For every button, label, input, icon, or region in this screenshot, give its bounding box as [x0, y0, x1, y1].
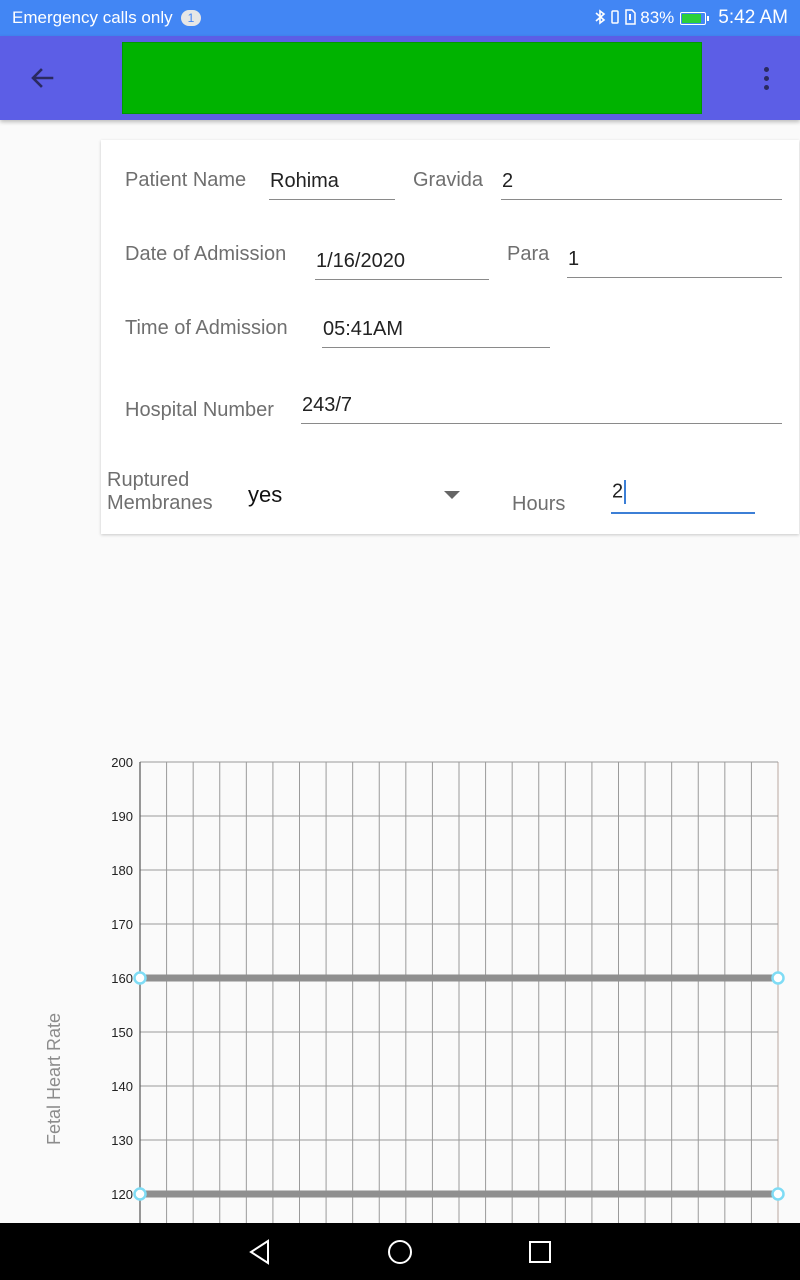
gravida-label: Gravida	[413, 169, 484, 191]
bluetooth-icon	[594, 8, 606, 28]
ruptured-membranes-dropdown[interactable]: yes	[241, 476, 471, 516]
header-banner	[122, 42, 702, 114]
overflow-menu-button[interactable]	[752, 60, 780, 96]
para-label: Para	[507, 243, 550, 265]
nav-home-button[interactable]	[385, 1237, 415, 1267]
sim-icon	[624, 8, 636, 28]
series-point	[771, 1187, 785, 1201]
chevron-down-icon	[444, 491, 460, 499]
arrow-left-icon	[31, 68, 54, 88]
series-point	[133, 971, 147, 985]
text-caret	[624, 480, 627, 504]
series-point	[133, 1187, 147, 1201]
time-of-admission-label: Time of Admission	[125, 317, 288, 339]
y-tick-label: 140	[111, 1079, 133, 1094]
battery-percent: 83%	[640, 8, 675, 27]
system-nav-bar	[0, 1223, 800, 1280]
y-tick-label: 130	[111, 1133, 133, 1148]
date-of-admission-label: Date of Admission	[125, 243, 287, 265]
time-of-admission-field[interactable]: 05:41AM	[322, 318, 550, 348]
ruptured-membranes-label: Ruptured Membranes	[107, 469, 213, 514]
y-tick-label: 160	[111, 971, 133, 986]
back-button[interactable]	[22, 58, 62, 98]
battery-charging-icon	[680, 11, 710, 25]
nav-back-button[interactable]	[245, 1237, 275, 1267]
y-tick-label: 180	[111, 863, 133, 878]
hospital-number-label: Hospital Number	[125, 399, 274, 421]
patient-info-card: Patient Name Rohima Gravida 2 Date of Ad…	[101, 140, 799, 534]
hospital-number-field[interactable]: 243/7	[301, 394, 782, 424]
carrier-text: Emergency calls only	[12, 8, 173, 27]
status-time: 5:42 AM	[718, 7, 788, 28]
more-vertical-icon	[763, 66, 769, 72]
y-tick-label: 190	[111, 809, 133, 824]
gravida-field[interactable]: 2	[501, 170, 782, 200]
y-tick-label: 170	[111, 917, 133, 932]
vibrate-icon	[610, 9, 620, 28]
recents-square-icon	[529, 1240, 551, 1263]
hours-field[interactable]: 2	[611, 480, 755, 514]
notification-count-badge: 1	[180, 10, 202, 26]
date-of-admission-field[interactable]: 1/16/2020	[315, 250, 489, 280]
y-tick-label: 200	[111, 755, 133, 770]
y-tick-label: 150	[111, 1025, 133, 1040]
ruptured-membranes-value: yes	[248, 482, 283, 507]
para-field[interactable]: 1	[567, 248, 782, 278]
hours-label: Hours	[512, 493, 566, 515]
app-bar	[0, 36, 800, 120]
status-bar: Emergency calls only 1 83% 5:42 AM	[0, 0, 800, 36]
y-axis-title: Fetal Heart Rate	[44, 1012, 64, 1145]
patient-name-field[interactable]: Rohima	[269, 170, 395, 200]
nav-recents-button[interactable]	[525, 1237, 555, 1267]
back-triangle-icon	[249, 1238, 269, 1265]
series-point	[771, 971, 785, 985]
patient-name-label: Patient Name	[125, 169, 247, 191]
y-tick-label: 120	[111, 1187, 133, 1202]
home-circle-icon	[388, 1239, 412, 1264]
